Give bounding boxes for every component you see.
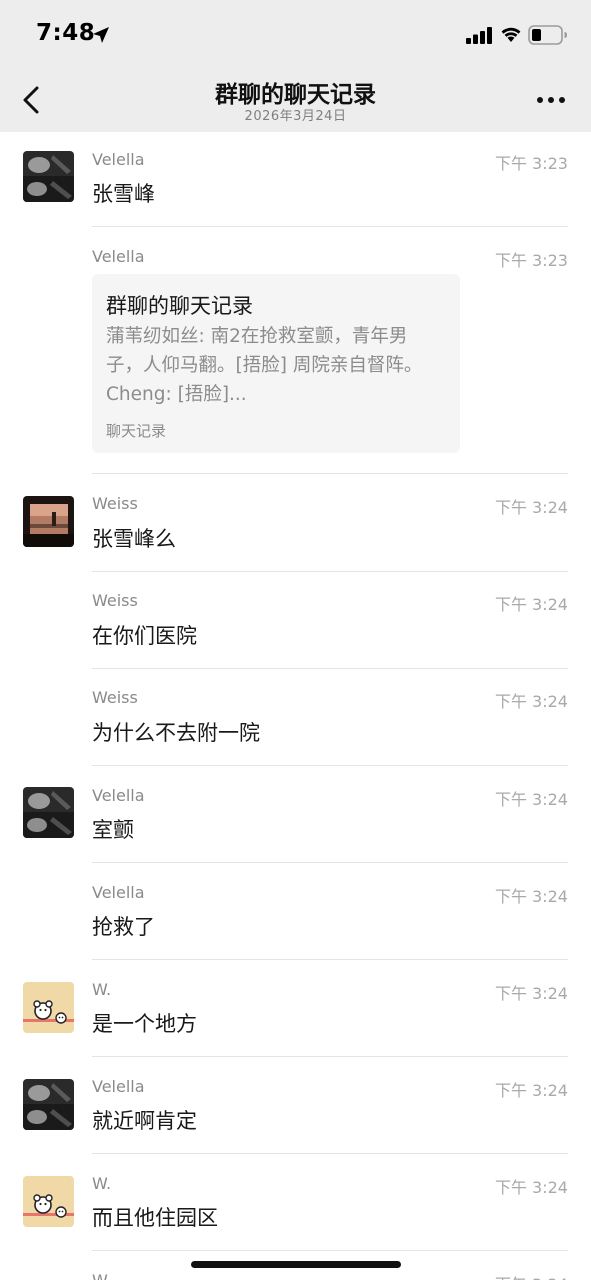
message-text: 就近啊肯定 <box>92 1109 197 1133</box>
home-indicator[interactable] <box>191 1261 401 1268</box>
divider <box>92 862 568 863</box>
divider <box>92 668 568 669</box>
chat-record-card[interactable]: 群聊的聊天记录 蒲苇纫如丝: 南2在抢救室颤，青年男 子，人仰马翻。[捂脸] 周… <box>92 274 460 453</box>
sender-name: Weiss <box>92 494 138 513</box>
location-arrow-icon <box>93 27 109 43</box>
message-text: 在你们医院 <box>92 624 197 648</box>
card-title: 群聊的聊天记录 <box>106 294 253 318</box>
message-time: 下午 3:24 <box>494 692 568 711</box>
message-text: 为什么不去附一院 <box>92 721 260 745</box>
divider <box>92 226 568 227</box>
message-text: 抢救了 <box>92 915 155 939</box>
divider <box>92 571 568 572</box>
sender-name: Velella <box>92 150 145 169</box>
sender-name: W. <box>92 1174 112 1193</box>
avatar[interactable] <box>23 787 74 838</box>
divider <box>92 1250 568 1251</box>
status-time: 7:48 <box>36 20 96 46</box>
message-time: 下午 3:24 <box>494 887 568 906</box>
message-text: 室颤 <box>92 818 134 842</box>
message-time: 下午 3:23 <box>494 251 568 270</box>
sender-name: W. <box>92 980 112 999</box>
card-footer: 聊天记录 <box>106 422 167 440</box>
message-time: 下午 3:24 <box>495 1271 568 1280</box>
message-time: 下午 3:24 <box>494 1081 568 1100</box>
message-time: 下午 3:24 <box>494 498 568 517</box>
sender-name: Velella <box>92 247 145 266</box>
avatar[interactable] <box>23 1079 74 1130</box>
divider <box>92 765 568 766</box>
message-time: 下午 3:24 <box>494 984 568 1003</box>
header: 7:48 群聊的聊天记录 2026年3月24日 <box>0 0 591 132</box>
card-preview: 蒲苇纫如丝: 南2在抢救室颤，青年男 子，人仰马翻。[捂脸] 周院亲自督阵。 C… <box>106 326 423 405</box>
sender-name: Velella <box>92 1077 145 1096</box>
avatar[interactable] <box>23 496 74 547</box>
wifi-icon <box>501 27 521 42</box>
signal-icon <box>466 27 492 44</box>
message-time: 下午 3:24 <box>494 1178 568 1197</box>
avatar[interactable] <box>23 151 74 202</box>
message-text: 张雪峰 <box>92 182 155 206</box>
more-options-button[interactable] <box>536 94 566 106</box>
message-time: 下午 3:24 <box>494 595 568 614</box>
message-time: 下午 3:24 <box>494 790 568 809</box>
message-text: 是一个地方 <box>92 1012 197 1036</box>
divider <box>92 1153 568 1154</box>
message-text: 张雪峰么 <box>92 527 176 551</box>
divider <box>92 473 568 474</box>
battery-icon <box>528 25 567 45</box>
page-title: 群聊的聊天记录 <box>215 82 376 108</box>
avatar[interactable] <box>23 982 74 1033</box>
divider <box>92 1056 568 1057</box>
sender-name: Weiss <box>92 591 138 610</box>
message-time: 下午 3:23 <box>494 154 568 173</box>
sender-name: W. <box>92 1271 111 1280</box>
sender-name: Velella <box>92 786 145 805</box>
message-text: 而且他住园区 <box>92 1206 218 1230</box>
divider <box>92 959 568 960</box>
avatar[interactable] <box>23 1176 74 1227</box>
sender-name: Velella <box>92 883 145 902</box>
sender-name: Weiss <box>92 688 138 707</box>
page-date: 2026年3月24日 <box>244 109 347 124</box>
